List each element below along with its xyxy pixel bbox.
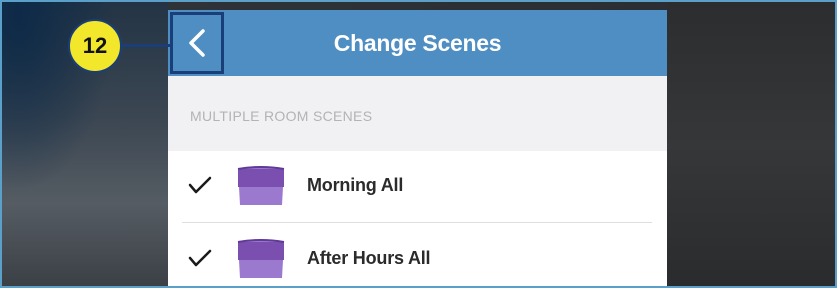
scene-label: After Hours All (307, 248, 431, 268)
callout-leader-line (121, 44, 171, 47)
scene-label: Morning All (307, 175, 404, 195)
scene-row-morning-all[interactable]: Morning All (168, 151, 667, 221)
scene-shade-icon (234, 165, 288, 212)
section-label: MULTIPLE ROOM SCENES (190, 108, 373, 124)
app-header: Change Scenes (168, 10, 667, 76)
screenshot-frame: Change Scenes MULTIPLE ROOM SCENES Morni… (0, 0, 837, 288)
section-header: MULTIPLE ROOM SCENES (168, 76, 667, 158)
scene-row-after-hours-all[interactable]: After Hours All (168, 224, 667, 286)
background-right (667, 2, 835, 286)
callout-badge: 12 (68, 19, 122, 73)
check-icon (188, 175, 212, 200)
app-screen: Change Scenes MULTIPLE ROOM SCENES Morni… (168, 10, 667, 286)
check-icon (188, 248, 212, 273)
scene-shade-icon (234, 238, 288, 285)
chevron-left-icon (186, 28, 208, 58)
page-title: Change Scenes (333, 30, 502, 56)
back-button[interactable] (170, 12, 224, 74)
row-divider (182, 222, 652, 223)
